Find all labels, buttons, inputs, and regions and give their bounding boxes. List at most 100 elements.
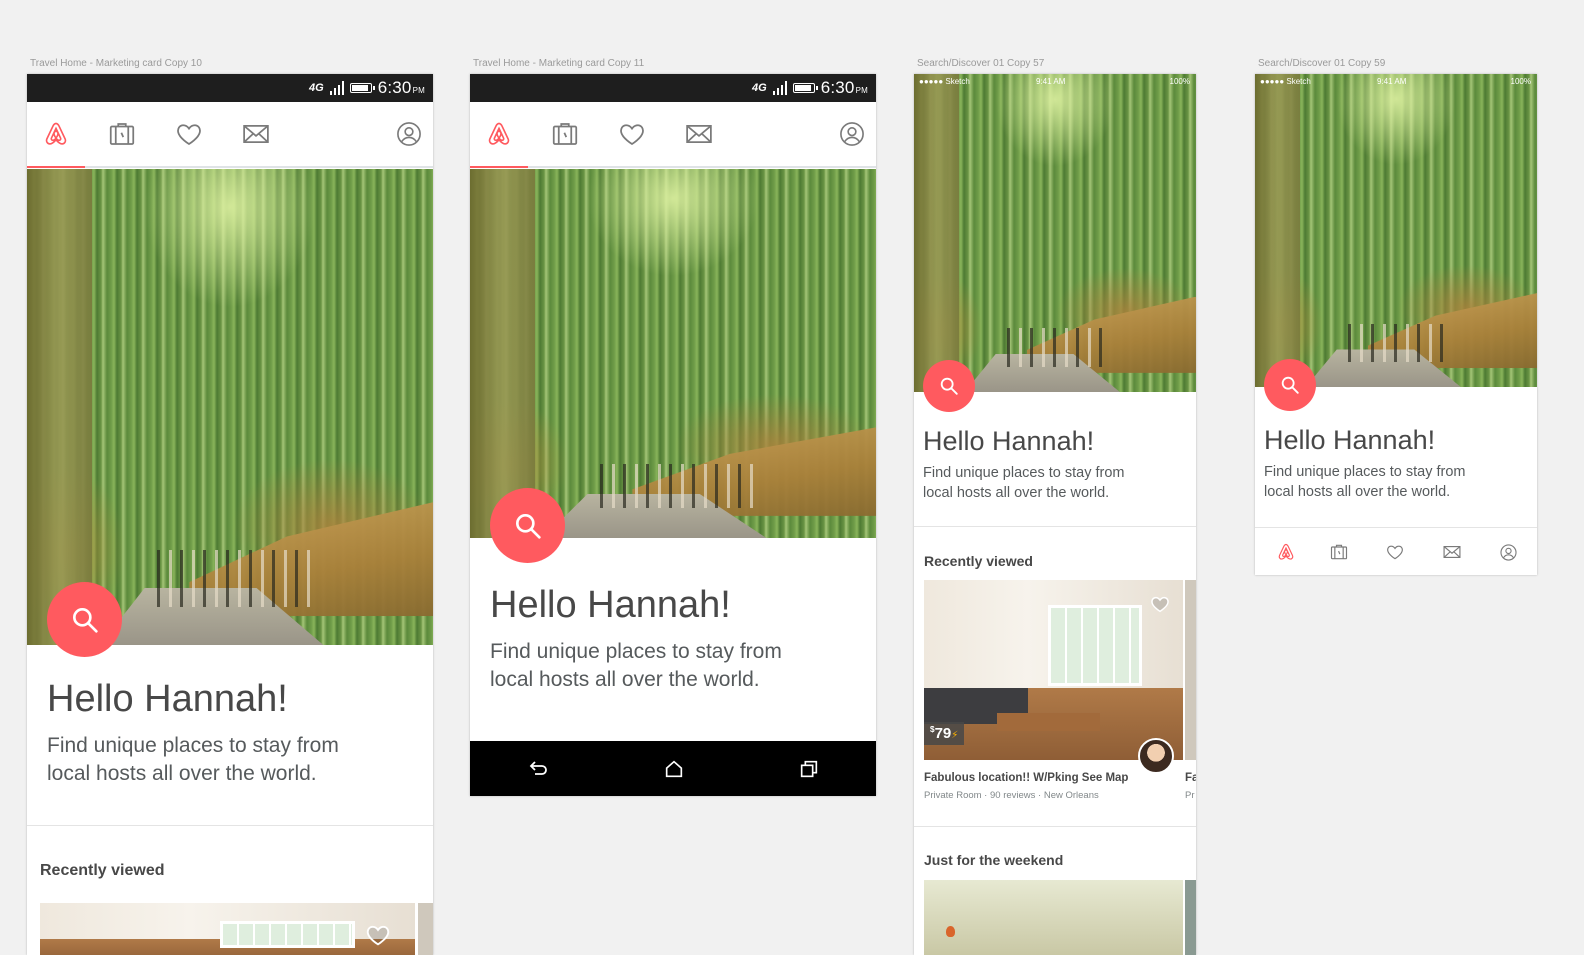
recents-icon[interactable] bbox=[798, 758, 820, 780]
android-status-bar: 4G 6:30PM bbox=[27, 74, 433, 102]
hero-image bbox=[470, 169, 876, 538]
weekend-card-image[interactable] bbox=[924, 880, 1183, 955]
messages-icon bbox=[241, 119, 271, 149]
greeting-subtitle: Find unique places to stay from local hos… bbox=[47, 734, 339, 786]
section-title-recently-viewed: Recently viewed bbox=[924, 553, 1033, 569]
trips-icon bbox=[550, 119, 580, 149]
heart-icon bbox=[1385, 542, 1405, 562]
section-title-weekend: Just for the weekend bbox=[924, 852, 1064, 868]
listing-card-image[interactable] bbox=[40, 903, 415, 955]
status-time: 9:41 AM bbox=[1377, 77, 1407, 86]
airbnb-logo-icon bbox=[485, 120, 513, 148]
tab-messages[interactable] bbox=[1431, 528, 1473, 575]
artboard-label: Search/Discover 01 Copy 59 bbox=[1258, 58, 1386, 69]
listing-price: $79⚡ bbox=[924, 722, 965, 745]
top-tab-bar bbox=[470, 102, 876, 168]
messages-icon bbox=[1442, 542, 1462, 562]
listing-meta: Private Room · 90 reviews · New Orleans bbox=[924, 790, 1099, 801]
search-button[interactable] bbox=[490, 488, 565, 563]
signal-icon bbox=[329, 81, 344, 95]
section-divider bbox=[914, 826, 1196, 827]
battery-icon bbox=[792, 83, 818, 93]
artboard-label: Travel Home - Marketing card Copy 10 bbox=[30, 58, 202, 69]
search-icon bbox=[69, 604, 101, 636]
android-status-bar: 4G 6:30PM bbox=[470, 74, 876, 102]
save-heart-icon[interactable] bbox=[364, 921, 392, 949]
status-time: 6:30PM bbox=[820, 78, 868, 97]
battery-label: 100% bbox=[1169, 77, 1190, 86]
artboard-label: Search/Discover 01 Copy 57 bbox=[917, 58, 1045, 69]
hero-image bbox=[914, 74, 1196, 392]
trips-icon bbox=[1329, 542, 1349, 562]
ios-status-bar: ●●●●● Sketch 9:41 AM 100% bbox=[914, 74, 1196, 90]
signal-icon bbox=[772, 81, 787, 95]
trips-icon bbox=[107, 119, 137, 149]
network-indicator: 4G bbox=[309, 81, 324, 94]
tab-trips[interactable] bbox=[536, 102, 594, 166]
android-navigation-bar bbox=[470, 741, 876, 796]
section-divider bbox=[27, 825, 433, 826]
next-listing-title-peek: Fa bbox=[1185, 772, 1196, 784]
hero-image bbox=[1255, 74, 1537, 387]
tab-trips[interactable] bbox=[1318, 528, 1360, 575]
tab-saved[interactable] bbox=[160, 102, 218, 166]
battery-icon bbox=[349, 83, 375, 93]
battery-label: 100% bbox=[1510, 77, 1531, 86]
balloon-icon bbox=[946, 926, 955, 937]
next-listing-peek[interactable] bbox=[1185, 580, 1196, 760]
tab-messages[interactable] bbox=[227, 102, 285, 166]
search-button[interactable] bbox=[47, 582, 122, 657]
tab-messages[interactable] bbox=[670, 102, 728, 166]
messages-icon bbox=[684, 119, 714, 149]
greeting-title: Hello Hannah! bbox=[47, 678, 288, 720]
tab-profile[interactable] bbox=[1487, 528, 1529, 575]
greeting-subtitle: Find unique places to stay from local hos… bbox=[490, 640, 782, 692]
next-listing-peek[interactable] bbox=[418, 903, 433, 955]
search-button[interactable] bbox=[1264, 359, 1316, 411]
artboard-search-discover-copy-59: ●●●●● Sketch 9:41 AM 100% Hello Hannah! … bbox=[1255, 74, 1537, 575]
carrier-label: ●●●●● Sketch bbox=[919, 77, 970, 86]
profile-icon bbox=[395, 120, 423, 148]
section-title-recently-viewed: Recently viewed bbox=[40, 862, 165, 879]
bottom-tab-bar bbox=[1255, 527, 1537, 575]
tab-profile[interactable] bbox=[380, 102, 433, 166]
search-icon bbox=[1279, 374, 1301, 396]
host-avatar[interactable] bbox=[1138, 738, 1174, 774]
carrier-label: ●●●●● Sketch bbox=[1260, 77, 1311, 86]
tab-trips[interactable] bbox=[93, 102, 151, 166]
heart-icon bbox=[617, 119, 647, 149]
greeting-subtitle: Find unique places to stay from local hos… bbox=[923, 465, 1125, 501]
next-listing-meta-peek: Pr bbox=[1185, 790, 1195, 801]
greeting-title: Hello Hannah! bbox=[490, 584, 731, 626]
tab-explore[interactable] bbox=[1265, 528, 1307, 575]
section-divider bbox=[914, 526, 1196, 527]
tab-saved[interactable] bbox=[1374, 528, 1416, 575]
artboard-travel-home-copy-11: 4G 6:30PM Hello Hannah! Find unique plac… bbox=[470, 74, 876, 796]
profile-icon bbox=[1499, 543, 1518, 562]
search-icon bbox=[938, 375, 960, 397]
home-icon[interactable] bbox=[663, 758, 685, 780]
tab-profile[interactable] bbox=[823, 102, 876, 166]
listing-title[interactable]: Fabulous location!! W/Pking See Map bbox=[924, 772, 1128, 784]
tab-explore[interactable] bbox=[27, 102, 85, 168]
next-weekend-card-peek[interactable] bbox=[1185, 880, 1196, 955]
back-icon[interactable] bbox=[526, 757, 550, 781]
status-time: 9:41 AM bbox=[1036, 77, 1066, 86]
search-button[interactable] bbox=[923, 360, 975, 412]
tab-explore[interactable] bbox=[470, 102, 528, 168]
network-indicator: 4G bbox=[752, 81, 767, 94]
ios-status-bar: ●●●●● Sketch 9:41 AM 100% bbox=[1255, 74, 1537, 90]
greeting-title: Hello Hannah! bbox=[1264, 425, 1436, 455]
profile-icon bbox=[838, 120, 866, 148]
heart-icon bbox=[174, 119, 204, 149]
airbnb-logo-icon bbox=[42, 120, 70, 148]
status-time: 6:30PM bbox=[377, 78, 425, 97]
tab-saved[interactable] bbox=[603, 102, 661, 166]
greeting-subtitle: Find unique places to stay from local hos… bbox=[1264, 464, 1466, 500]
artboard-search-discover-copy-57: ●●●●● Sketch 9:41 AM 100% Hello Hannah! … bbox=[914, 74, 1196, 955]
airbnb-logo-icon bbox=[1276, 542, 1296, 562]
save-heart-icon[interactable] bbox=[1149, 593, 1171, 615]
search-icon bbox=[512, 510, 544, 542]
artboard-label: Travel Home - Marketing card Copy 11 bbox=[473, 58, 645, 69]
hero-image bbox=[27, 169, 433, 645]
